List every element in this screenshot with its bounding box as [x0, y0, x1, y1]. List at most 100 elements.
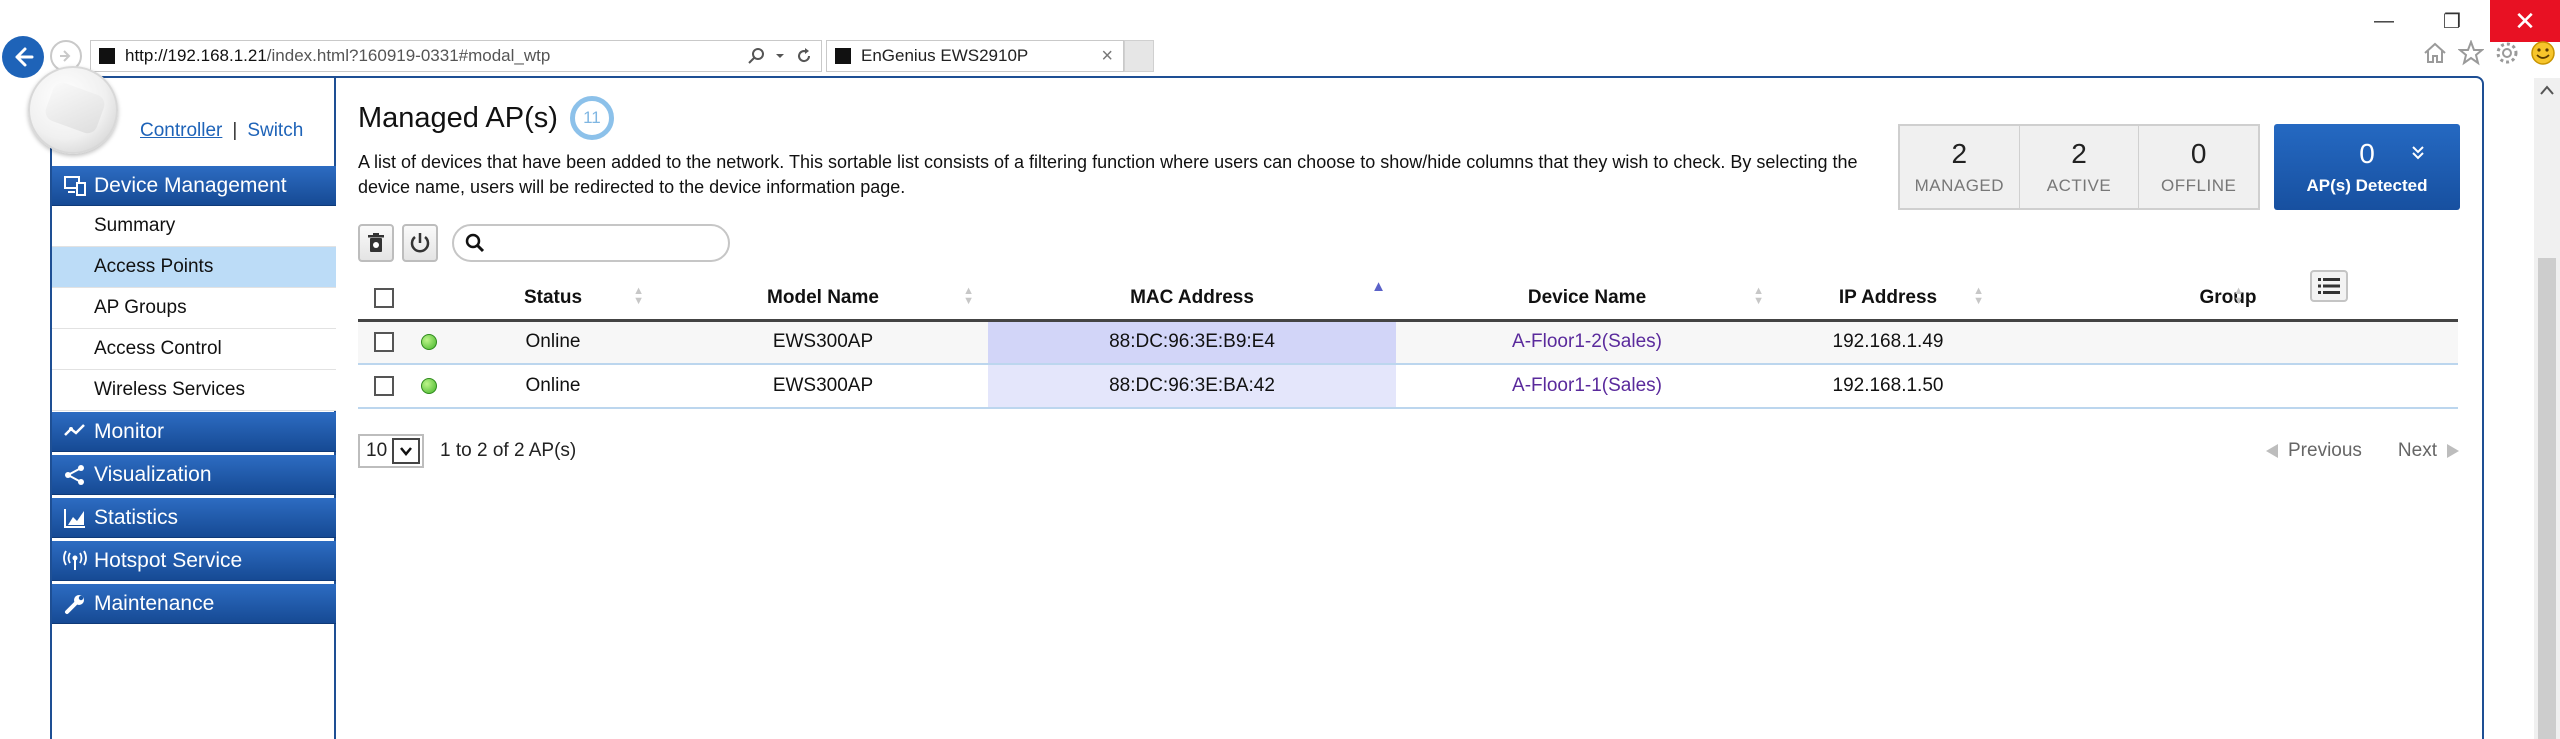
url-text[interactable]: http://192.168.1.21/index.html?160919-03…	[125, 46, 747, 66]
triangle-right-icon[interactable]	[2445, 442, 2461, 460]
new-tab-button[interactable]	[1124, 40, 1154, 72]
sidebar-item-summary[interactable]: Summary	[52, 206, 336, 247]
ip-cell: 192.168.1.50	[1778, 364, 1998, 409]
star-icon[interactable]	[2458, 40, 2484, 66]
group-cell	[1998, 320, 2458, 365]
wrench-icon	[58, 593, 92, 615]
stat-label: MANAGED	[1914, 176, 2005, 195]
column-header-group[interactable]: Group ▲ ▼	[1998, 270, 2458, 322]
select-all-checkbox[interactable]	[374, 288, 394, 309]
stat-managed[interactable]: 2 MANAGED	[1900, 126, 2020, 208]
column-header-status[interactable]: Status ▲ ▼	[448, 278, 658, 322]
sidebar-item-access-control[interactable]: Access Control	[52, 329, 336, 370]
search-icon[interactable]	[747, 47, 765, 65]
column-header-mac-address[interactable]: MAC Address ▲	[988, 278, 1396, 322]
page-size-select[interactable]: 10	[358, 434, 424, 468]
delete-button[interactable]	[358, 224, 394, 262]
pagination: 10 1 to 2 of 2 AP(s)	[358, 434, 576, 468]
detected-label: AP(s) Detected	[2306, 176, 2428, 195]
table-row[interactable]: Online EWS300AP 88:DC:96:3E:BA:42 A-Floo…	[358, 364, 2458, 409]
status-cell: Online	[448, 364, 658, 409]
sort-arrows-icon: ▲ ▼	[633, 285, 644, 307]
menu-visualization[interactable]: Visualization	[52, 455, 336, 495]
column-chooser-button[interactable]	[2310, 270, 2348, 302]
minimize-button[interactable]: —	[2352, 0, 2416, 42]
sort-arrows-icon: ▲ ▼	[1753, 285, 1764, 307]
switch-link[interactable]: Switch	[247, 120, 303, 142]
reboot-button[interactable]	[402, 224, 438, 262]
controller-link[interactable]: Controller	[140, 120, 222, 142]
sidebar-item-access-points[interactable]: Access Points	[52, 247, 336, 288]
chart-icon	[58, 507, 92, 529]
scroll-up-arrow-icon[interactable]	[2534, 84, 2560, 104]
column-header-ip-address[interactable]: IP Address ▲ ▼	[1778, 278, 1998, 322]
stat-offline[interactable]: 0 OFFLINE	[2139, 126, 2258, 208]
device-link[interactable]: A-Floor1-2(Sales)	[1512, 331, 1662, 352]
title-row: Managed AP(s) 11	[358, 96, 614, 140]
column-label: Device Name	[1527, 287, 1647, 309]
ap-stats-panel: 2 MANAGED 2 ACTIVE 0 OFFLINE	[1898, 124, 2260, 210]
row-checkbox[interactable]	[374, 375, 394, 396]
select-all-cell	[358, 278, 410, 322]
table-header-row: Status ▲ ▼ Model Name ▲ ▼ MAC Address ▲ Devic…	[358, 270, 2458, 322]
device-name-cell: A-Floor1-1(Sales)	[1396, 364, 1778, 409]
share-icon	[58, 464, 92, 486]
menu-label: Statistics	[94, 505, 179, 529]
stat-label: OFFLINE	[2161, 176, 2237, 195]
menu-label: Maintenance	[94, 591, 215, 615]
triangle-left-icon[interactable]	[2264, 442, 2280, 460]
home-icon[interactable]	[2422, 40, 2448, 66]
stat-value: 0	[2190, 138, 2207, 169]
model-cell: EWS300AP	[658, 320, 988, 365]
status-dot-header	[410, 278, 448, 322]
menu-hotspot-service[interactable]: Hotspot Service	[52, 541, 336, 581]
refresh-icon[interactable]	[795, 47, 813, 65]
stat-active[interactable]: 2 ACTIVE	[2020, 126, 2140, 208]
model-cell: EWS300AP	[658, 364, 988, 409]
table-row[interactable]: Online EWS300AP 88:DC:96:3E:B9:E4 A-Floo…	[358, 320, 2458, 365]
previous-button[interactable]: Previous	[2288, 440, 2362, 462]
aps-detected-button[interactable]: 0 AP(s) Detected	[2274, 124, 2460, 210]
column-label: MAC Address	[1130, 287, 1254, 309]
sidebar-item-wireless-services[interactable]: Wireless Services	[52, 370, 336, 411]
next-button[interactable]: Next	[2398, 440, 2437, 462]
site-favicon-icon	[99, 48, 115, 64]
sidebar-item-ap-groups[interactable]: AP Groups	[52, 288, 336, 329]
device-link[interactable]: A-Floor1-1(Sales)	[1512, 375, 1662, 396]
status-dot-cell	[410, 320, 448, 365]
chevron-down-icon[interactable]	[775, 51, 785, 61]
sort-ascending-icon: ▲	[1371, 278, 1386, 295]
browser-tab[interactable]: EnGenius EWS2910P ×	[826, 40, 1124, 72]
main-content: Managed AP(s) 11 A list of devices that …	[358, 78, 2461, 739]
close-window-button[interactable]: ✕	[2490, 0, 2560, 42]
gear-icon[interactable]	[2494, 40, 2520, 66]
search-box[interactable]	[452, 224, 730, 262]
smiley-icon[interactable]	[2530, 40, 2556, 66]
tab-close-button[interactable]: ×	[1091, 45, 1123, 68]
sort-arrows-icon: ▲ ▼	[2233, 285, 2244, 307]
menu-statistics[interactable]: Statistics	[52, 498, 336, 538]
mac-cell: 88:DC:96:3E:B9:E4	[988, 320, 1396, 365]
column-label: Model Name	[767, 287, 879, 309]
chevron-down-icon[interactable]	[392, 438, 420, 464]
column-label: Group	[2199, 287, 2257, 309]
menu-maintenance[interactable]: Maintenance	[52, 584, 336, 624]
page-scrollbar[interactable]	[2534, 78, 2560, 739]
mode-separator: |	[232, 120, 238, 141]
restore-button[interactable]: ❐	[2420, 0, 2484, 42]
menu-monitor[interactable]: Monitor	[52, 412, 336, 452]
back-button[interactable]	[2, 36, 44, 78]
row-select-cell	[358, 320, 410, 365]
double-chevron-down-icon	[2412, 146, 2424, 160]
browser-chrome: http://192.168.1.21/index.html?160919-03…	[0, 0, 2560, 78]
column-header-device-name[interactable]: Device Name ▲ ▼	[1396, 278, 1778, 322]
search-input[interactable]	[494, 233, 714, 253]
menu-label: Visualization	[94, 462, 212, 486]
scroll-thumb[interactable]	[2538, 258, 2556, 739]
row-checkbox[interactable]	[374, 332, 394, 353]
status-dot-cell	[410, 364, 448, 409]
menu-label: Hotspot Service	[94, 548, 243, 572]
column-header-model-name[interactable]: Model Name ▲ ▼	[658, 278, 988, 322]
menu-device-management[interactable]: Device Management	[52, 166, 336, 206]
address-bar[interactable]: http://192.168.1.21/index.html?160919-03…	[90, 40, 822, 72]
